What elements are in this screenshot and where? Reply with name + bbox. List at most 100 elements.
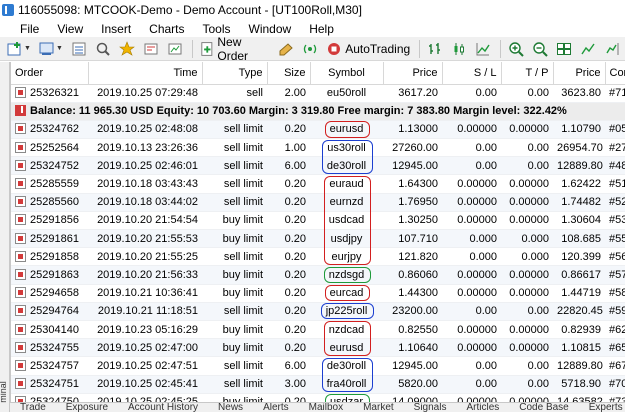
terminal-icon	[144, 43, 158, 54]
time-cell: 2019.10.21 11:18:51	[88, 302, 202, 321]
table-row[interactable]: 25291861 2019.10.20 21:55:53 buy limit 0.20…	[11, 229, 625, 249]
orders-table: Order Time Type Size Symbol Price S / L …	[11, 62, 625, 402]
time-cell: 2019.10.20 21:56:33	[88, 265, 202, 285]
column-header-time[interactable]: Time	[88, 62, 203, 85]
order-cell: 25304140	[11, 320, 88, 340]
data-window-button[interactable]	[92, 39, 114, 59]
autotrading-label: AutoTrading	[345, 41, 411, 56]
autoscroll-button[interactable]	[577, 39, 599, 59]
line-chart-button[interactable]	[472, 39, 494, 59]
table-row[interactable]: 25252564 2019.10.13 23:26:36 sell limit 1.0…	[11, 138, 625, 158]
menu-file[interactable]: File	[0, 22, 48, 36]
size-cell: 0.20	[267, 338, 310, 358]
time-cell: 2019.10.20 21:54:54	[88, 211, 202, 231]
tp-cell: 0.00000	[501, 265, 553, 285]
balance-row: Balance: 11 965.30 USD Equity: 10 703.60…	[11, 102, 625, 121]
menu-window[interactable]: Window	[240, 22, 301, 36]
menu-tools[interactable]: Tools	[194, 22, 240, 36]
table-row[interactable]: 25291856 2019.10.20 21:54:54 buy limit 0.20…	[11, 211, 625, 231]
symbol-cell: fra40roll	[310, 375, 383, 394]
table-row[interactable]: 25324751 2019.10.25 02:45:41 sell limit 3.0…	[11, 375, 625, 394]
table-row[interactable]: 25324752 2019.10.25 02:46:01 sell limit 6.0…	[11, 156, 625, 176]
bar-chart-button[interactable]	[424, 39, 446, 59]
type-cell: buy limit	[202, 338, 267, 358]
autotrading-button[interactable]: AutoTrading	[323, 39, 413, 59]
order-cell: 25285559	[11, 174, 88, 194]
table-row[interactable]: 25324757 2019.10.25 02:47:51 sell limit 6.0…	[11, 356, 625, 376]
terminal-button[interactable]	[140, 39, 162, 59]
order-cell: 25291858	[11, 247, 88, 267]
order-number: 25324751	[30, 378, 79, 391]
column-header-comment[interactable]: Com...	[605, 62, 625, 85]
column-header-symbol[interactable]: Symbol	[310, 62, 384, 85]
tab-exposure[interactable]: Exposure	[56, 403, 118, 412]
tab-alerts[interactable]: Alerts	[253, 403, 299, 412]
symbol-cell: nzdsgd	[310, 265, 383, 285]
tile-windows-button[interactable]	[553, 39, 575, 59]
tp-cell: 0.00000	[501, 193, 553, 212]
menu-insert[interactable]: Insert	[92, 22, 140, 36]
tab-code-base[interactable]: Code Base	[509, 403, 578, 412]
table-row[interactable]: 25285560 2019.10.18 03:44:02 sell limit 0.2…	[11, 193, 625, 212]
order-icon	[15, 87, 26, 99]
table-row[interactable]: 25326321 2019.10.25 07:29:48 sell 2.00 e…	[11, 84, 625, 103]
strategy-tester-button[interactable]	[164, 39, 186, 59]
table-row[interactable]: 25304140 2019.10.23 05:16:29 buy limit 0.20…	[11, 320, 625, 340]
menu-help[interactable]: Help	[300, 22, 343, 36]
table-row[interactable]: 25294658 2019.10.21 10:36:41 buy limit 0.20…	[11, 284, 625, 303]
signals-button[interactable]	[299, 39, 321, 59]
comment-cell: #58	[605, 284, 625, 303]
tab-experts[interactable]: Experts	[579, 403, 625, 412]
table-row[interactable]: 253247502019.10.25 02:45:25buy limit0.20…	[11, 393, 625, 402]
menu-charts[interactable]: Charts	[140, 22, 193, 36]
new-chart-button[interactable]: ▼	[4, 39, 34, 59]
column-header-current-price[interactable]: Price	[553, 62, 606, 85]
table-row[interactable]: 25324755 2019.10.25 02:47:00 buy limit 0.20…	[11, 338, 625, 358]
new-order-button[interactable]: New Order	[197, 35, 273, 63]
metaeditor-button[interactable]	[275, 39, 297, 59]
price-cell: 0.82550	[383, 320, 442, 340]
table-row[interactable]: 25324762 2019.10.25 02:48:08 sell limit 0.2…	[11, 120, 625, 140]
chart-shift-button[interactable]	[601, 39, 623, 59]
autotrading-icon	[328, 42, 341, 55]
table-row[interactable]: 25294764 2019.10.21 11:18:51 sell limit 0.2…	[11, 302, 625, 321]
tab-trade[interactable]: Trade	[10, 403, 56, 412]
navigator-button[interactable]	[116, 39, 138, 59]
zoom-in-button[interactable]	[505, 39, 527, 59]
comment-cell: #55	[605, 229, 625, 249]
symbol-name: us30roll	[327, 141, 366, 154]
tab-account-history[interactable]: Account History	[118, 403, 208, 412]
candlestick-button[interactable]	[448, 39, 470, 59]
comment-cell: #27	[605, 138, 625, 158]
sl-cell: 0.00000	[442, 265, 501, 285]
tab-signals[interactable]: Signals	[404, 403, 457, 412]
type-cell: sell limit	[202, 247, 267, 267]
time-cell: 2019.10.25 02:47:51	[88, 356, 202, 376]
new-order-label: New Order	[217, 34, 249, 63]
column-header-order[interactable]: Order	[11, 62, 89, 85]
table-row[interactable]: 25291863 2019.10.20 21:56:33 buy limit 0.20…	[11, 265, 625, 285]
sl-cell: 0.00000	[442, 120, 501, 140]
tab-mailbox[interactable]: Mailbox	[299, 403, 353, 412]
tab-market[interactable]: Market	[353, 403, 404, 412]
tp-cell: 0.00000	[501, 338, 553, 358]
profiles-button[interactable]: ▼	[36, 39, 66, 59]
symbol-cell: usdjpy	[310, 229, 383, 249]
column-header-sl[interactable]: S / L	[442, 62, 502, 85]
column-header-price[interactable]: Price	[383, 62, 443, 85]
symbol-name: nzdsgd	[328, 268, 365, 281]
order-number: 25291861	[30, 232, 79, 245]
market-watch-button[interactable]	[68, 39, 90, 59]
toolbar: ▼ ▼ New Order AutoTrading	[0, 35, 625, 63]
column-header-size[interactable]: Size	[267, 62, 311, 85]
column-header-tp[interactable]: T / P	[501, 62, 554, 85]
column-header-type[interactable]: Type	[202, 62, 268, 85]
tab-articles[interactable]: Articles	[456, 403, 509, 412]
zoom-out-button[interactable]	[529, 39, 551, 59]
tab-news[interactable]: News	[208, 403, 253, 412]
menu-view[interactable]: View	[48, 22, 92, 36]
type-cell: buy limit	[202, 229, 267, 249]
table-row[interactable]: 25285559 2019.10.18 03:43:43 sell limit 0.2…	[11, 174, 625, 194]
order-icon	[15, 141, 26, 153]
table-row[interactable]: 25291858 2019.10.20 21:55:25 sell limit 0.2…	[11, 247, 625, 267]
